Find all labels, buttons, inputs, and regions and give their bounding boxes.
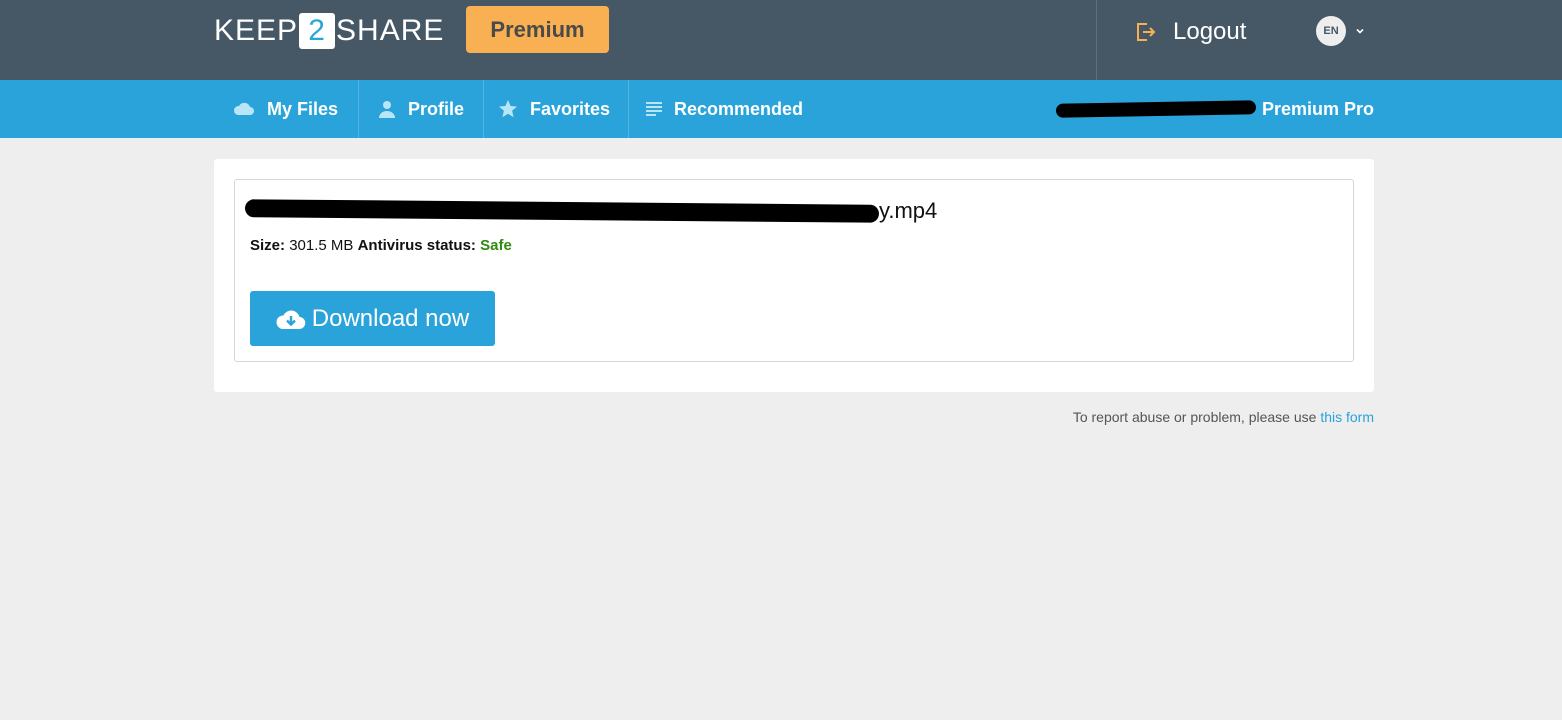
- top-header: KEEP 2 SHARE Premium Logout EN: [0, 0, 1562, 80]
- download-button[interactable]: Download now: [250, 291, 495, 346]
- size-label: Size:: [250, 237, 286, 254]
- download-label: Download now: [311, 304, 470, 332]
- nav-divider: [483, 80, 484, 138]
- file-name: y.mp4: [244, 198, 938, 224]
- nav-divider: [628, 80, 629, 138]
- nav-favorites-label: Favorites: [530, 98, 611, 119]
- logout-icon: [1137, 23, 1156, 41]
- logout-label: Logout: [1173, 18, 1247, 45]
- cloud-download-icon: [276, 310, 306, 329]
- language-badge: EN: [1316, 16, 1346, 46]
- star-icon: [499, 100, 517, 118]
- nav-recommended-label: Recommended: [674, 98, 804, 119]
- antivirus-status: Safe: [480, 237, 512, 254]
- antivirus-label: Antivirus status:: [357, 237, 476, 254]
- account-info[interactable]: Premium Pro: [1055, 80, 1374, 138]
- list-icon: [646, 102, 662, 116]
- premium-button[interactable]: Premium: [466, 6, 609, 53]
- keep2share-logo[interactable]: KEEP 2 SHARE: [214, 13, 444, 49]
- logo-number: 2: [299, 13, 336, 49]
- language-selector[interactable]: EN: [1316, 16, 1365, 46]
- nav-profile[interactable]: Profile: [378, 80, 464, 138]
- user-icon: [379, 101, 395, 118]
- redacted-username: [1055, 100, 1257, 118]
- report-text: To report abuse or problem, please use: [1072, 409, 1317, 425]
- nav-my-files-label: My Files: [267, 98, 339, 119]
- file-meta: Size: 301.5 MB Antivirus status: Safe: [250, 237, 512, 254]
- account-type: Premium Pro: [1261, 98, 1374, 119]
- redacted-filename: [244, 199, 880, 223]
- report-abuse: To report abuse or problem, please use t…: [1073, 409, 1374, 425]
- header-divider: [1096, 0, 1097, 80]
- file-card: y.mp4 Size: 301.5 MB Antivirus status: S…: [214, 159, 1374, 392]
- file-panel: y.mp4 Size: 301.5 MB Antivirus status: S…: [234, 179, 1354, 362]
- logout-button[interactable]: Logout: [1134, 16, 1246, 48]
- logo-text-right: SHARE: [336, 14, 445, 47]
- nav-favorites[interactable]: Favorites: [498, 80, 610, 138]
- chevron-down-icon: [1356, 28, 1364, 34]
- report-form-link[interactable]: this form: [1320, 409, 1374, 425]
- cloud-icon: [233, 102, 254, 115]
- main-nav: My Files Profile Favorites Recommended P…: [0, 80, 1562, 138]
- nav-profile-label: Profile: [408, 98, 465, 119]
- logo-text-left: KEEP: [214, 14, 299, 47]
- file-extension: y.mp4: [879, 198, 938, 223]
- nav-divider: [358, 80, 359, 138]
- nav-my-files[interactable]: My Files: [233, 80, 338, 138]
- nav-recommended[interactable]: Recommended: [646, 80, 803, 138]
- size-value: 301.5 MB: [289, 237, 354, 254]
